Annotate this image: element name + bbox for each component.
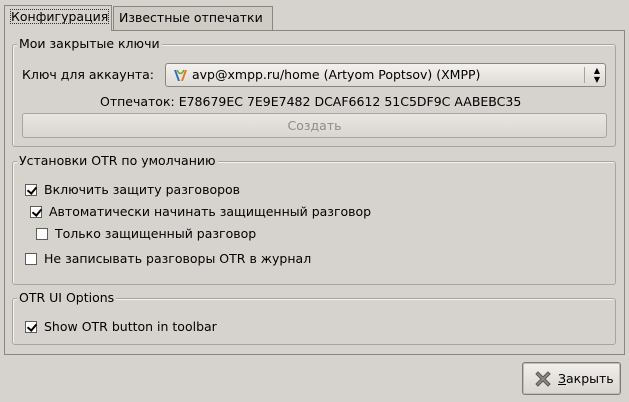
create-key-button[interactable]: Создать <box>22 113 607 138</box>
close-icon <box>535 371 551 387</box>
tab-configuration[interactable]: Конфигурация <box>4 5 112 31</box>
otr-config-dialog: Конфигурация Известные отпечатки Мои зак… <box>0 0 629 402</box>
private-keys-group-title: Мои закрытые ключи <box>17 36 162 52</box>
enable-protection-checkbox[interactable] <box>25 184 37 196</box>
auto-start-label: Автоматически начинать защищенный разгов… <box>49 204 372 219</box>
fingerprint-text: Отпечаток: E78679EC 7E9E7482 DCAF6612 51… <box>100 94 522 109</box>
toolbar-button-checkbox[interactable] <box>25 321 37 333</box>
secure-only-checkbox[interactable] <box>36 228 48 240</box>
enable-protection-label: Включить защиту разговоров <box>44 182 241 197</box>
tab-configuration-label: Конфигурация <box>10 9 110 24</box>
account-select-value: avp@xmpp.ru/home (Artyom Poptsov) (XMPP) <box>192 67 481 82</box>
toolbar-button-label: Show OTR button in toolbar <box>44 319 217 334</box>
tab-known-fingerprints[interactable]: Известные отпечатки <box>113 6 273 30</box>
ui-options-group-title: OTR UI Options <box>17 290 117 306</box>
combo-separator <box>584 67 585 83</box>
secure-only-label: Только защищенный разговор <box>55 226 257 241</box>
combo-arrows-icon: ▲ ▼ <box>593 66 600 84</box>
no-logging-checkbox[interactable] <box>25 253 37 265</box>
account-select[interactable]: avp@xmpp.ru/home (Artyom Poptsov) (XMPP)… <box>165 63 606 87</box>
otr-defaults-group: Установки OTR по умолчанию <box>12 153 616 285</box>
no-logging-label: Не записывать разговоры OTR в журнал <box>44 251 312 266</box>
account-label: Ключ для аккаунта: <box>22 67 155 82</box>
close-button[interactable]: Закрыть <box>522 362 621 395</box>
auto-start-checkbox[interactable] <box>30 206 42 218</box>
close-mnemonic: З <box>558 371 567 386</box>
close-button-label: Закрыть <box>558 371 614 386</box>
close-label-rest: акрыть <box>566 371 614 386</box>
tab-known-fingerprints-label: Известные отпечатки <box>119 10 263 25</box>
otr-defaults-group-title: Установки OTR по умолчанию <box>17 153 218 169</box>
xmpp-icon <box>174 69 187 81</box>
